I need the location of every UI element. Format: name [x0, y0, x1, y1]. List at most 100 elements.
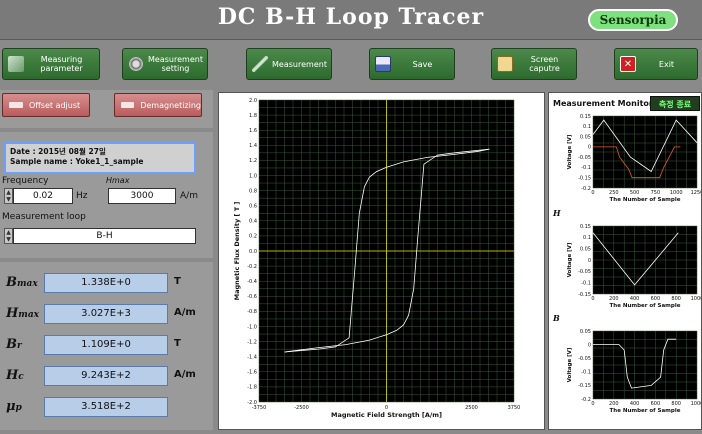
screen-capture-button[interactable]: Screen caputre: [491, 48, 577, 80]
x-tick-label: 3750: [508, 405, 521, 411]
x-tick-label: 400: [630, 401, 640, 407]
hmax-value: 3.027E+3: [44, 304, 168, 324]
y-tick-label: -0.15: [578, 176, 591, 182]
slider-icon: [121, 102, 135, 108]
close-icon: ✕: [620, 56, 636, 72]
y-axis-title: Magnetic Flux Density [ T ]: [233, 202, 241, 301]
y-tick-label: -0.05: [578, 269, 591, 275]
ruler-icon: [8, 56, 24, 72]
y-tick-label: 2.0: [249, 98, 257, 104]
bmax-unit: T: [174, 276, 181, 287]
save-label: Save: [412, 59, 433, 69]
measuring-parameter-button[interactable]: Measuring parameter: [2, 48, 100, 80]
x-tick-label: 600: [651, 401, 661, 407]
x-tick-label: 0: [591, 296, 594, 302]
measurement-setting-button[interactable]: Measurement setting: [122, 48, 208, 80]
screen-capture-label: Screen caputre: [529, 55, 560, 73]
brand-logo: Sensorpia: [588, 9, 678, 31]
loop-selector-arrow[interactable]: ▲ ▼: [4, 228, 13, 244]
y-tick-label: 0: [588, 145, 591, 151]
bmax-value: 1.338E+0: [44, 273, 168, 293]
save-button[interactable]: Save: [369, 48, 455, 80]
y-tick-label: -0.1: [581, 370, 591, 376]
br-value: 1.109E+0: [44, 335, 168, 355]
measurement-button[interactable]: Measurement: [246, 48, 332, 80]
y-tick-label: -0.1: [581, 165, 591, 171]
x-tick-label: 600: [651, 296, 661, 302]
y-tick-label: -1.0: [247, 324, 257, 330]
frequency-unit: Hz: [76, 191, 88, 201]
y-tick-label: 0.4: [249, 219, 257, 225]
y-tick-label: -0.8: [247, 309, 257, 315]
mup-value: 3.518E+2: [44, 397, 168, 417]
bmax-label: Bmax: [6, 275, 38, 290]
y-tick-label: 0: [588, 342, 591, 348]
y-tick-label: 0.1: [583, 235, 591, 241]
clipboard-icon: [497, 56, 513, 72]
y-tick-label: 1.4: [249, 143, 257, 149]
x-tick-label: 250: [609, 190, 619, 196]
hmax-unit: A/m: [180, 191, 198, 201]
x-axis-title: The Number of Sample: [610, 303, 681, 309]
action-panel: Offset adjust Demagnetizing: [0, 90, 213, 128]
x-tick-label: 0: [591, 401, 594, 407]
y-axis-title: Voltage [V]: [567, 347, 573, 382]
x-tick-label: 2500: [465, 405, 478, 411]
x-axis-title: The Number of Sample: [610, 197, 681, 203]
x-tick-label: 200: [609, 401, 619, 407]
y-tick-label: -0.1: [581, 280, 591, 286]
x-tick-label: 800: [671, 296, 681, 302]
disk-icon: [375, 56, 391, 72]
y-tick-label: 0.6: [249, 204, 257, 210]
probe-icon: [252, 56, 268, 72]
frequency-label: Frequency: [2, 176, 49, 186]
demagnetizing-button[interactable]: Demagnetizing: [114, 93, 202, 117]
x-tick-label: -2500: [294, 405, 309, 411]
y-tick-label: -0.15: [578, 292, 591, 298]
y-tick-label: 1.2: [249, 158, 257, 164]
exit-button[interactable]: ✕ Exit: [614, 48, 698, 80]
frequency-stepper[interactable]: ▲ ▼: [4, 188, 13, 204]
title-bar: DC B-H Loop Tracer Sensorpia: [0, 0, 702, 40]
y-tick-label: -1.8: [247, 385, 257, 391]
y-tick-label: 0.05: [580, 329, 591, 335]
date-text: Date : 2015년 08월 27일: [10, 147, 106, 156]
x-tick-label: 1000: [670, 190, 683, 196]
y-tick-label: -0.05: [578, 356, 591, 362]
x-tick-label: 800: [671, 401, 681, 407]
x-tick-label: 1000: [691, 296, 701, 302]
y-tick-label: -0.2: [581, 186, 591, 192]
measurement-loop-select[interactable]: B-H: [13, 228, 196, 244]
y-tick-label: -0.15: [578, 383, 591, 389]
bh-loop-panel: -3750 -2500 0 2500 3750 2.0 1.8 1.6 1.4 1.2 1.0 0.8…: [218, 92, 545, 430]
y-tick-label: 0.15: [580, 114, 591, 120]
y-tick-label: 0.2: [249, 234, 257, 240]
x-tick-label: 400: [630, 296, 640, 302]
h-signal-label: H: [553, 208, 561, 218]
gear-icon: [128, 56, 144, 72]
y-tick-label: -0.4: [247, 279, 257, 285]
br-unit: T: [174, 338, 181, 349]
hmax-input[interactable]: 3000: [108, 188, 176, 204]
bh-loop-chart: -3750 -2500 0 2500 37502.01.81.61.41.21.00.8…: [233, 98, 521, 419]
measurement-status-badge: 측정 종료: [650, 96, 700, 111]
measurement-loop-label: Measurement loop: [2, 212, 86, 222]
x-tick-label: 1250: [691, 190, 701, 196]
frequency-input[interactable]: 0.02: [13, 188, 73, 204]
y-tick-label: 1.0: [249, 173, 257, 179]
hc-value: 9.243E+2: [44, 366, 168, 386]
y-tick-label: 0.05: [580, 246, 591, 252]
b-signal-label: B: [553, 313, 560, 323]
y-axis-title: Voltage [V]: [567, 242, 573, 277]
sample-name-text: Sample name : Yoke1_1_sample: [10, 157, 144, 166]
y-tick-label: -2.0: [247, 400, 257, 406]
y-tick-label: 0.05: [580, 134, 591, 140]
x-axis-title: Magnetic Field Strength [A/m]: [331, 411, 442, 419]
y-tick-label: -0.2: [581, 397, 591, 403]
x-tick-label: 1000: [691, 401, 701, 407]
offset-adjust-button[interactable]: Offset adjust: [2, 93, 90, 117]
x-tick-label: 200: [609, 296, 619, 302]
exit-label: Exit: [658, 59, 675, 69]
demagnetizing-label: Demagnetizing: [140, 100, 201, 110]
x-tick-label: 0: [591, 190, 594, 196]
